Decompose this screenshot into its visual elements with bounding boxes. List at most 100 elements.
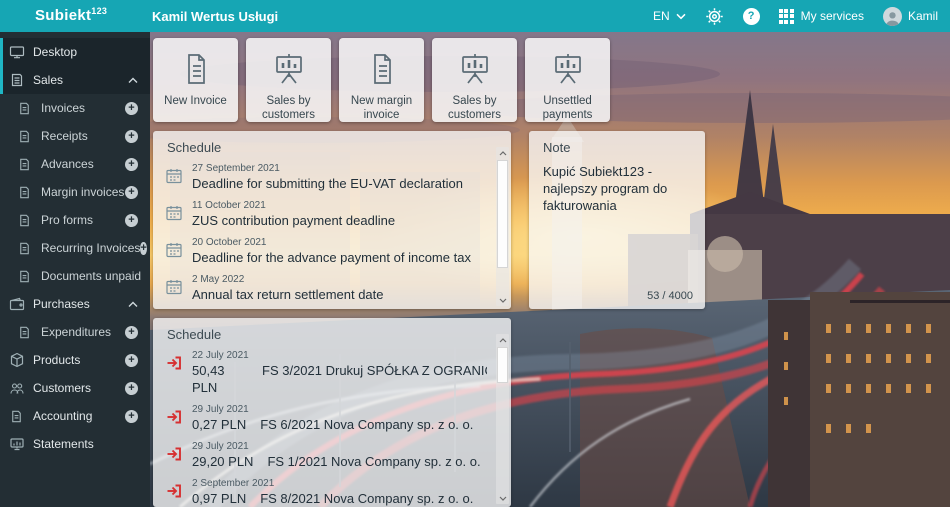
logo-superscript: 123 xyxy=(91,6,107,16)
panel-title: Note xyxy=(529,131,705,155)
unpaid-doc: FS 8/2021 Nova Company sp. z o. o. xyxy=(260,490,473,507)
schedule-text: Annual tax return settlement date xyxy=(192,286,384,303)
active-nav-group: Desktop Sales xyxy=(0,38,150,94)
plus-icon[interactable]: + xyxy=(125,410,138,423)
login-arrow-icon xyxy=(165,354,183,396)
avatar xyxy=(883,7,902,26)
my-services-button[interactable]: My services xyxy=(779,9,864,24)
sidebar-item-accounting[interactable]: Accounting + xyxy=(0,402,150,430)
sidebar-item-purchases[interactable]: Purchases xyxy=(0,290,150,318)
unpaid-doc: FS 6/2021 Nova Company sp. z o. o. xyxy=(260,416,473,433)
plus-icon[interactable]: + xyxy=(140,242,146,255)
plus-icon[interactable]: + xyxy=(125,186,138,199)
schedule-date: 2 May 2022 xyxy=(192,274,384,286)
user-menu[interactable]: Kamil xyxy=(883,7,938,26)
sidebar-item-margin-invoices[interactable]: Margin invoices + xyxy=(0,178,150,206)
document-icon xyxy=(17,100,33,116)
schedule-text: Deadline for the advance payment of inco… xyxy=(192,249,471,266)
chevron-up-icon[interactable] xyxy=(128,77,138,84)
sidebar-item-expenditures[interactable]: Expenditures + xyxy=(0,318,150,346)
schedule-item[interactable]: 20 October 2021 Deadline for the advance… xyxy=(165,237,487,266)
tile-new-invoice[interactable]: New Invoice xyxy=(153,38,238,122)
sidebar-item-label: Margin invoices xyxy=(41,185,124,199)
schedule-item[interactable]: 27 September 2021 Deadline for submittin… xyxy=(165,163,487,192)
panel-title: Schedule xyxy=(153,131,511,155)
tile-sales-by-customers-2[interactable]: Sales by customers xyxy=(432,38,517,122)
note-panel: Note Kupić Subiekt123 - najlepszy progra… xyxy=(529,131,705,309)
document-icon xyxy=(364,51,400,87)
tile-unsettled-payments[interactable]: Unsettled payments xyxy=(525,38,610,122)
language-label: EN xyxy=(653,9,670,23)
sidebar-item-advances[interactable]: Advances + xyxy=(0,150,150,178)
tile-label: New Invoice xyxy=(160,94,231,108)
sidebar-item-label: Purchases xyxy=(33,297,90,311)
chevron-down-icon xyxy=(676,13,686,20)
note-text-field[interactable]: Kupić Subiekt123 - najlepszy program do … xyxy=(529,155,705,265)
sidebar-item-label: Receipts xyxy=(41,129,88,143)
sidebar-item-desktop[interactable]: Desktop xyxy=(3,38,150,66)
schedule-item[interactable]: 11 October 2021 ZUS contribution payment… xyxy=(165,200,487,229)
sidebar-item-sales[interactable]: Sales xyxy=(3,66,150,94)
sidebar-item-label: Documents unpaid xyxy=(41,269,141,283)
chart-board-icon xyxy=(271,51,307,87)
plus-icon[interactable]: + xyxy=(125,214,138,227)
plus-icon[interactable]: + xyxy=(125,326,138,339)
plus-icon[interactable]: + xyxy=(125,354,138,367)
unpaid-item[interactable]: 22 July 2021 50,43 PLNFS 3/2021 Drukuj S… xyxy=(165,350,487,396)
sidebar-item-label: Accounting xyxy=(33,409,92,423)
scrollbar[interactable] xyxy=(496,147,509,306)
unpaid-item[interactable]: 2 September 2021 0,97 PLNFS 8/2021 Nova … xyxy=(165,478,487,507)
document-icon xyxy=(17,212,33,228)
scroll-up-icon[interactable] xyxy=(496,147,509,159)
unpaid-item[interactable]: 29 July 2021 0,27 PLNFS 6/2021 Nova Comp… xyxy=(165,404,487,433)
sidebar-item-receipts[interactable]: Receipts + xyxy=(0,122,150,150)
scroll-up-icon[interactable] xyxy=(496,334,509,346)
sidebar-item-recurring-invoices[interactable]: Recurring Invoices + xyxy=(0,234,150,262)
desktop-icon xyxy=(9,44,25,60)
scrollbar-thumb[interactable] xyxy=(497,347,508,383)
sidebar-item-invoices[interactable]: Invoices + xyxy=(0,94,150,122)
document-icon xyxy=(17,184,33,200)
scroll-down-icon[interactable] xyxy=(496,492,509,504)
document-icon xyxy=(17,156,33,172)
sales-icon xyxy=(9,72,25,88)
unpaid-documents-panel: Schedule 22 July 2021 50,43 PLNFS 3/2021… xyxy=(153,318,511,507)
sidebar-item-label: Customers xyxy=(33,381,91,395)
sidebar-item-customers[interactable]: Customers + xyxy=(0,374,150,402)
scroll-down-icon[interactable] xyxy=(496,294,509,306)
sidebar: Desktop Sales Invoices + Receipts + Adva… xyxy=(0,32,150,507)
sidebar-item-products[interactable]: Products + xyxy=(0,346,150,374)
tile-sales-by-customers[interactable]: Sales by customers xyxy=(246,38,331,122)
logo-text: Subiekt xyxy=(35,7,91,24)
unpaid-amount: 50,43 PLN xyxy=(192,362,248,396)
app-logo[interactable]: Subiekt123 xyxy=(35,6,107,24)
language-selector[interactable]: EN xyxy=(653,9,686,23)
tile-new-margin-invoice[interactable]: New margin invoice xyxy=(339,38,424,122)
help-icon[interactable]: ? xyxy=(743,8,760,25)
document-icon xyxy=(178,51,214,87)
schedule-date: 11 October 2021 xyxy=(192,200,395,212)
sidebar-item-documents-unpaid[interactable]: Documents unpaid xyxy=(0,262,150,290)
sidebar-item-label: Products xyxy=(33,353,80,367)
chevron-up-icon[interactable] xyxy=(128,301,138,308)
unpaid-amount: 0,97 PLN xyxy=(192,490,246,507)
plus-icon[interactable]: + xyxy=(125,382,138,395)
plus-icon[interactable]: + xyxy=(125,102,138,115)
plus-icon[interactable]: + xyxy=(125,130,138,143)
sidebar-item-pro-forms[interactable]: Pro forms + xyxy=(0,206,150,234)
calendar-icon xyxy=(165,278,183,303)
scrollbar[interactable] xyxy=(496,334,509,504)
products-box-icon xyxy=(9,352,25,368)
gear-icon[interactable] xyxy=(705,7,724,26)
unpaid-item[interactable]: 29 July 2021 29,20 PLNFS 1/2021 Nova Com… xyxy=(165,441,487,470)
tile-label: Sales by customers xyxy=(432,94,517,122)
scrollbar-thumb[interactable] xyxy=(497,160,508,268)
customers-icon xyxy=(9,380,25,396)
sidebar-item-statements[interactable]: Statements xyxy=(0,430,150,458)
document-icon xyxy=(9,408,25,424)
schedule-item[interactable]: 2 May 2022 Annual tax return settlement … xyxy=(165,274,487,303)
unpaid-date: 29 July 2021 xyxy=(192,404,473,416)
document-icon xyxy=(17,268,33,284)
plus-icon[interactable]: + xyxy=(125,158,138,171)
tile-label: Unsettled payments xyxy=(525,94,610,122)
